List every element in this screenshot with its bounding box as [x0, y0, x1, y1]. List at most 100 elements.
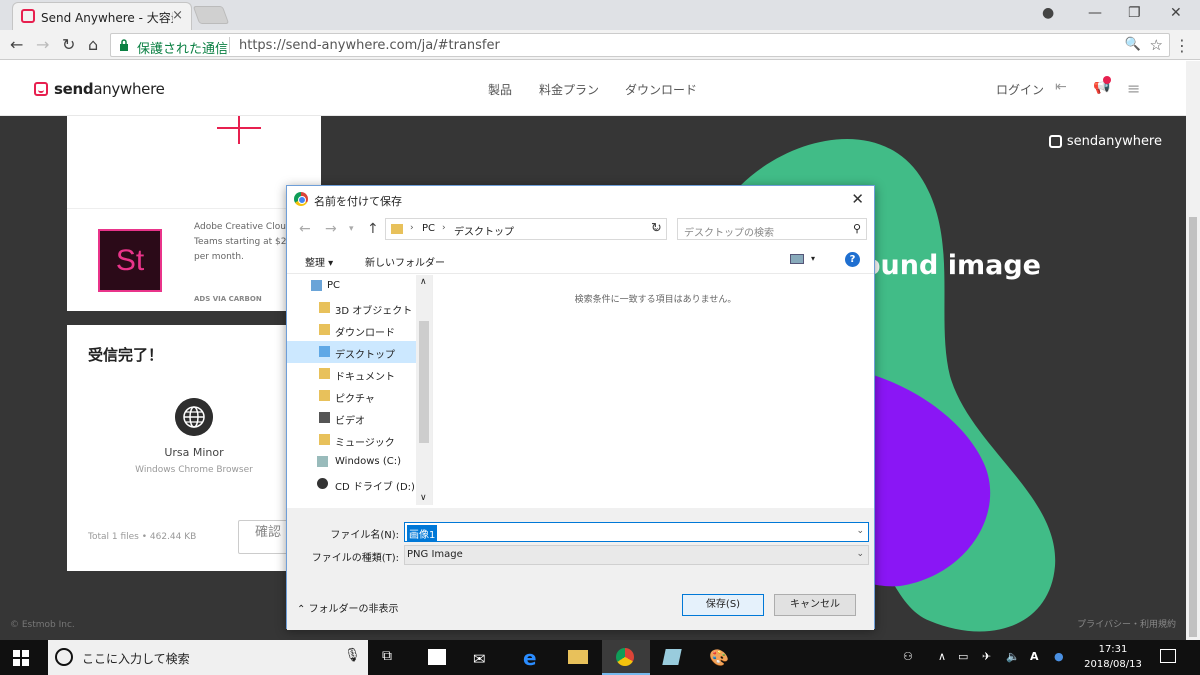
profile-icon[interactable]: ● [1042, 5, 1054, 21]
nav-download[interactable]: ダウンロード [625, 81, 697, 98]
task-view-icon[interactable]: ⧉ [368, 640, 416, 675]
tree-item-label: 3D オブジェクト [335, 306, 413, 317]
cd-drive-icon [317, 478, 328, 489]
zoom-icon[interactable]: 🔍 [1125, 37, 1141, 52]
tree-item-pictures[interactable]: ピクチャ [287, 385, 417, 407]
windows-start-icon[interactable] [13, 650, 29, 666]
address-bar[interactable]: 保護された通信 https://send-anywhere.com/ja/#tr… [110, 33, 1170, 57]
microphone-icon[interactable]: 🎙 [344, 648, 361, 663]
new-tab-button[interactable] [192, 6, 230, 24]
add-plus-icon[interactable] [217, 116, 261, 146]
receive-complete-card: 受信完了！ Ursa Minor Windows Chrome Browser … [67, 325, 321, 571]
filetype-select[interactable]: PNG Image ⌄ [404, 545, 869, 565]
cortana-icon[interactable] [55, 648, 73, 666]
tree-item-downloads[interactable]: ダウンロード [287, 319, 417, 341]
secure-label: 保護された通信 [137, 42, 229, 57]
people-icon[interactable]: ⚇ [903, 650, 913, 663]
tree-item-documents[interactable]: ドキュメント [287, 363, 417, 385]
receive-title: 受信完了！ [88, 346, 164, 364]
battery-icon[interactable]: ▭ [958, 650, 968, 663]
path-desktop[interactable]: デスクトップ [454, 223, 514, 238]
up-folder-icon[interactable]: ↑ [367, 221, 379, 237]
tree-item-pc[interactable]: PC [287, 275, 417, 297]
tree-scrollbar[interactable]: ∧ ∨ [416, 275, 432, 505]
chrome-menu-icon[interactable]: ⋮ [1174, 36, 1190, 55]
bookmark-star-icon[interactable]: ☆ [1150, 36, 1163, 54]
reload-icon[interactable]: ↻ [62, 35, 75, 54]
tree-item-3d-objects[interactable]: 3D オブジェクト [287, 297, 417, 319]
clock-date: 2018/08/13 [1084, 659, 1142, 670]
nav-products[interactable]: 製品 [488, 81, 512, 98]
hamburger-menu-icon[interactable]: ≡ [1127, 79, 1140, 98]
tree-item-label: デスクトップ [335, 350, 395, 361]
chrome-taskbar-icon[interactable] [602, 640, 650, 675]
show-hidden-icons[interactable]: ∧ [938, 650, 946, 663]
onedrive-icon[interactable]: ● [1054, 650, 1064, 663]
dialog-path-bar[interactable]: › PC › デスクトップ ⌄ [385, 218, 667, 240]
store-icon[interactable] [414, 640, 462, 675]
login-link[interactable]: ログイン [996, 81, 1044, 98]
edge-icon[interactable]: e [508, 640, 556, 675]
tree-item-desktop[interactable]: デスクトップ [287, 341, 417, 363]
file-explorer-icon[interactable] [554, 640, 602, 675]
tree-item-videos[interactable]: ビデオ [287, 407, 417, 429]
paint-icon[interactable]: 🎨 [694, 640, 742, 675]
dialog-back-icon[interactable]: ← [299, 221, 311, 237]
minimize-icon[interactable]: — [1088, 5, 1102, 21]
browser-tab[interactable]: Send Anywhere - 大容量 × [12, 2, 192, 30]
view-options-icon[interactable] [790, 254, 804, 264]
restore-icon[interactable]: ❐ [1128, 5, 1141, 21]
filename-value[interactable]: 画像1 [407, 525, 438, 542]
filename-input[interactable]: 画像1 ⌄ [404, 522, 869, 542]
home-icon[interactable]: ⌂ [88, 35, 98, 54]
save-as-dialog: 名前を付けて保存 ✕ ← → ▾ ↑ › PC › デスクトップ ⌄ ↻ デスク… [286, 185, 875, 630]
tree-item-windows-c[interactable]: Windows (C:) [287, 451, 417, 473]
network-icon[interactable]: ✈ [982, 650, 991, 663]
tree-item-music[interactable]: ミュージック [287, 429, 417, 451]
notes-app-icon[interactable] [648, 640, 696, 675]
tab-close-icon[interactable]: × [172, 8, 183, 23]
login-arrow-icon[interactable]: ⇤ [1055, 79, 1067, 95]
scroll-up-icon[interactable]: ∧ [420, 277, 427, 287]
url-text[interactable]: https://send-anywhere.com/ja/#transfer [239, 38, 500, 53]
action-center-icon[interactable] [1160, 649, 1176, 663]
taskbar-search-input[interactable]: ここに入力して検索 🎙 [48, 640, 368, 675]
window-close-icon[interactable]: ✕ [1170, 5, 1182, 21]
tree-scroll-thumb[interactable] [419, 321, 429, 443]
recent-locations-icon[interactable]: ▾ [349, 224, 354, 234]
site-logo[interactable]: sendanywhere [34, 80, 165, 98]
volume-icon[interactable]: 🔈 [1006, 650, 1020, 663]
ime-indicator[interactable]: A [1030, 650, 1039, 663]
ad-divider [67, 208, 321, 209]
cancel-button[interactable]: キャンセル [774, 594, 856, 616]
dialog-close-icon[interactable]: ✕ [851, 190, 864, 208]
dialog-title: 名前を付けて保存 [314, 195, 402, 208]
help-icon[interactable]: ? [845, 252, 860, 267]
new-folder-button[interactable]: 新しいフォルダー [365, 254, 445, 269]
back-icon[interactable]: ← [10, 35, 23, 54]
organize-menu[interactable]: 整理 ▾ [305, 254, 333, 269]
dialog-search-input[interactable]: デスクトップの検索 ⚲ [677, 218, 867, 240]
filename-label: ファイル名(N): [330, 530, 399, 541]
forward-icon[interactable]: → [36, 35, 49, 54]
hide-folders-toggle[interactable]: ⌃ フォルダーの非表示 [297, 600, 399, 615]
taskbar-clock[interactable]: 17:31 2018/08/13 [1082, 642, 1144, 672]
tree-item-label: ドキュメント [335, 372, 395, 383]
tree-item-cd-drive[interactable]: CD ドライブ (D:) W [287, 473, 428, 495]
view-dropdown-icon[interactable]: ▾ [811, 254, 815, 263]
mail-icon[interactable]: ✉ [460, 640, 508, 675]
filetype-dropdown-icon[interactable]: ⌄ [856, 549, 864, 559]
adobe-stock-logo[interactable]: St [98, 229, 162, 292]
page-scroll-thumb[interactable] [1189, 217, 1197, 637]
dialog-refresh-icon[interactable]: ↻ [651, 221, 662, 236]
save-button[interactable]: 保存(S) [682, 594, 764, 616]
browser-toolbar: ← → ↻ ⌂ 保護された通信 https://send-anywhere.co… [0, 30, 1200, 60]
scroll-down-icon[interactable]: ∨ [420, 493, 427, 503]
nav-pricing[interactable]: 料金プラン [539, 81, 599, 98]
privacy-terms-link[interactable]: プライバシー・利用規約 [1077, 617, 1176, 630]
filename-dropdown-icon[interactable]: ⌄ [856, 526, 864, 536]
page-scrollbar[interactable] [1186, 61, 1200, 640]
ads-via-carbon[interactable]: ADS VIA CARBON [194, 295, 262, 303]
path-pc[interactable]: PC [422, 223, 435, 234]
dialog-forward-icon[interactable]: → [325, 221, 337, 237]
